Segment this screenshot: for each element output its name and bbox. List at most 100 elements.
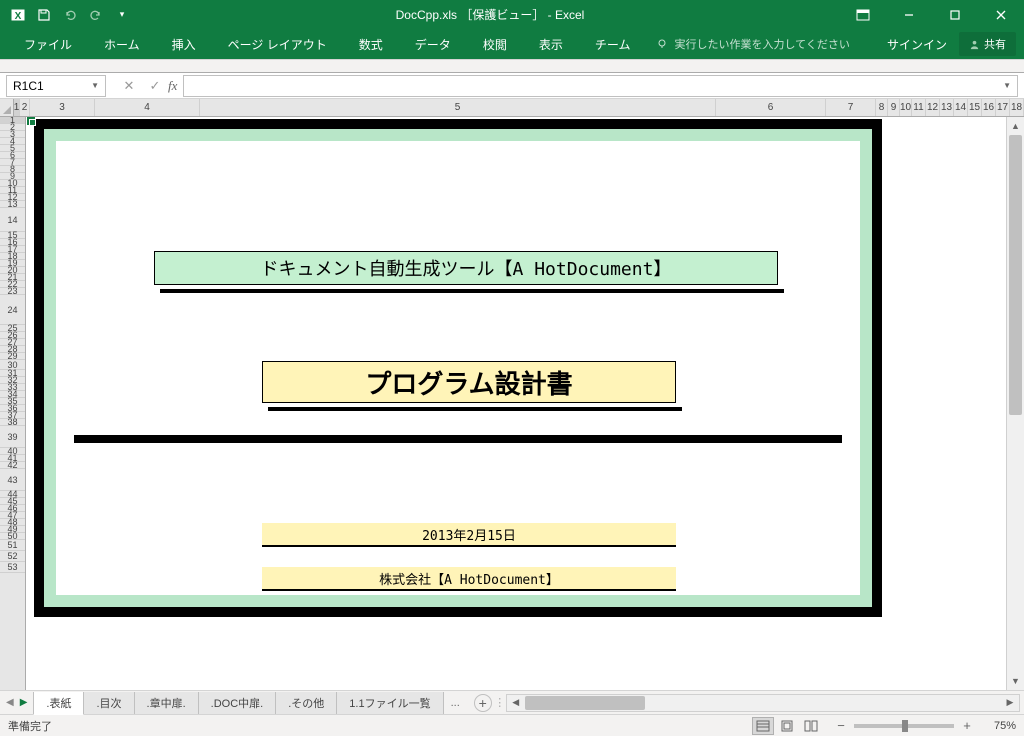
save-icon[interactable]: [32, 3, 56, 27]
column-header[interactable]: 18: [1010, 99, 1024, 116]
tab-formulas[interactable]: 数式: [343, 29, 399, 59]
new-sheet-button[interactable]: +: [474, 694, 492, 712]
fx-icon[interactable]: fx: [168, 78, 177, 94]
column-header[interactable]: 8: [876, 99, 888, 116]
zoom-slider[interactable]: [854, 724, 954, 728]
vscroll-thumb[interactable]: [1009, 135, 1022, 415]
row-header[interactable]: 52: [0, 551, 25, 562]
scroll-down-icon[interactable]: ▼: [1007, 672, 1024, 690]
sheet-tab[interactable]: 1.1ファイル一覧: [336, 692, 443, 715]
sheet-tab[interactable]: .表紙: [33, 692, 84, 715]
hscroll-thumb[interactable]: [525, 696, 645, 710]
column-header[interactable]: 12: [926, 99, 940, 116]
tab-file[interactable]: ファイル: [8, 29, 88, 59]
tab-insert[interactable]: 挿入: [156, 29, 212, 59]
zoom-out-button[interactable]: −: [834, 718, 848, 733]
tool-title-banner: ドキュメント自動生成ツール【A HotDocument】: [154, 251, 778, 285]
horizontal-scrollbar[interactable]: ◀ ▶: [506, 694, 1020, 712]
tab-split-handle[interactable]: ⋮: [498, 693, 502, 713]
column-header[interactable]: 10: [900, 99, 912, 116]
tab-home[interactable]: ホーム: [88, 29, 156, 59]
zoom-level[interactable]: 75%: [980, 720, 1016, 732]
row-header[interactable]: 13: [0, 201, 25, 208]
view-page-break-icon[interactable]: [800, 717, 822, 735]
chevron-down-icon[interactable]: ▼: [91, 81, 99, 90]
column-header[interactable]: 6: [716, 99, 826, 116]
column-header[interactable]: 11: [912, 99, 926, 116]
tab-review[interactable]: 校閲: [467, 29, 523, 59]
enter-formula-icon[interactable]: ✓: [142, 75, 168, 97]
view-normal-icon[interactable]: [752, 717, 774, 735]
active-cell-indicator: [27, 117, 35, 125]
formula-input[interactable]: ▼: [183, 75, 1018, 97]
view-page-layout-icon[interactable]: [776, 717, 798, 735]
doc-green-border: ドキュメント自動生成ツール【A HotDocument】 プログラム設計書 20…: [44, 129, 872, 607]
row-header[interactable]: 24: [0, 295, 25, 325]
svg-text:X: X: [15, 11, 22, 22]
row-header[interactable]: 14: [0, 208, 25, 232]
ribbon-collapsed-area: [0, 59, 1024, 73]
zoom-in-button[interactable]: +: [960, 718, 974, 733]
scroll-right-icon[interactable]: ▶: [1001, 697, 1019, 708]
sheet-tab[interactable]: .章中扉.: [134, 692, 199, 715]
sign-in-link[interactable]: サインイン: [875, 36, 959, 53]
sheet-tabs-overflow[interactable]: ...: [443, 697, 468, 709]
row-header[interactable]: 38: [0, 419, 25, 426]
column-header[interactable]: 16: [982, 99, 996, 116]
sheet-tab[interactable]: .その他: [275, 692, 337, 715]
row-headers: 1234567891011121314151617181920212223242…: [0, 117, 26, 690]
company-box: 株式会社【A HotDocument】: [262, 567, 676, 589]
share-button[interactable]: 共有: [959, 32, 1016, 56]
expand-formula-icon[interactable]: ▼: [1003, 81, 1011, 90]
scroll-up-icon[interactable]: ▲: [1007, 117, 1024, 135]
row-header[interactable]: 43: [0, 469, 25, 491]
status-ready: 準備完了: [8, 718, 752, 734]
zoom-slider-knob[interactable]: [902, 720, 908, 732]
cells-area[interactable]: ドキュメント自動生成ツール【A HotDocument】 プログラム設計書 20…: [26, 117, 1006, 690]
status-bar: 準備完了 − + 75%: [0, 714, 1024, 736]
tell-me-search[interactable]: 実行したい作業を入力してください: [646, 36, 859, 52]
window-title: DocCpp.xls ［保護ビュー］ - Excel: [140, 6, 840, 23]
row-header[interactable]: 53: [0, 562, 25, 573]
column-header[interactable]: 4: [95, 99, 200, 116]
column-header[interactable]: 17: [996, 99, 1010, 116]
cancel-formula-icon[interactable]: ✕: [116, 75, 142, 97]
column-header[interactable]: 15: [968, 99, 982, 116]
ribbon-display-options-icon[interactable]: [840, 0, 886, 29]
row-header[interactable]: 42: [0, 462, 25, 469]
tab-view[interactable]: 表示: [523, 29, 579, 59]
select-all-corner[interactable]: [0, 99, 14, 116]
redo-icon[interactable]: [84, 3, 108, 27]
doc-black-border: ドキュメント自動生成ツール【A HotDocument】 プログラム設計書 20…: [34, 119, 882, 617]
lightbulb-icon: [656, 38, 668, 50]
name-box[interactable]: R1C1 ▼: [6, 75, 106, 97]
qat-customize-icon[interactable]: ▾: [110, 3, 134, 27]
row-header[interactable]: 50: [0, 533, 25, 540]
title-bar: X ▾ DocCpp.xls ［保護ビュー］ - Excel: [0, 0, 1024, 29]
row-header[interactable]: 51: [0, 540, 25, 551]
column-header[interactable]: 7: [826, 99, 876, 116]
column-header[interactable]: 13: [940, 99, 954, 116]
scroll-left-icon[interactable]: ◀: [507, 697, 525, 708]
tab-team[interactable]: チーム: [579, 29, 647, 59]
close-button[interactable]: [978, 0, 1024, 29]
ribbon-tabs: ファイル ホーム 挿入 ページ レイアウト 数式 データ 校閲 表示 チーム 実…: [0, 29, 1024, 59]
excel-app-icon: X: [6, 3, 30, 27]
column-header[interactable]: 3: [30, 99, 95, 116]
column-header[interactable]: 9: [888, 99, 900, 116]
vertical-scrollbar[interactable]: ▲ ▼: [1006, 117, 1024, 690]
sheet-nav-next-icon[interactable]: ▶: [20, 697, 28, 708]
column-header[interactable]: 2: [20, 99, 30, 116]
sheet-tab[interactable]: .DOC中扉.: [198, 692, 277, 715]
tab-data[interactable]: データ: [399, 29, 467, 59]
column-header[interactable]: 5: [200, 99, 716, 116]
row-header[interactable]: 23: [0, 288, 25, 295]
column-header[interactable]: 14: [954, 99, 968, 116]
minimize-button[interactable]: [886, 0, 932, 29]
sheet-tab[interactable]: .目次: [83, 692, 134, 715]
row-header[interactable]: 39: [0, 426, 25, 448]
undo-icon[interactable]: [58, 3, 82, 27]
maximize-button[interactable]: [932, 0, 978, 29]
sheet-nav-prev-icon[interactable]: ◀: [6, 697, 14, 708]
tab-page-layout[interactable]: ページ レイアウト: [212, 29, 343, 59]
